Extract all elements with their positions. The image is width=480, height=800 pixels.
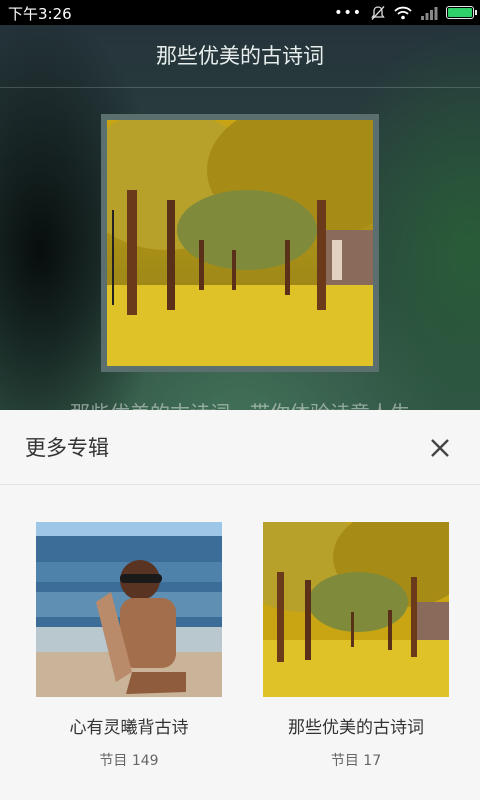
more-albums-sheet: 更多专辑 心有灵曦背古诗 节目 149 那些优美的古诗词 节目 17: [0, 410, 480, 800]
album-card[interactable]: 心有灵曦背古诗 节目 149: [36, 522, 222, 770]
album-thumbnail-beach-kid: [36, 522, 222, 697]
wifi-icon: [394, 6, 412, 19]
more-notifications-icon: •••: [334, 4, 362, 21]
notifications-muted-icon: [371, 5, 385, 20]
battery-icon: [446, 6, 477, 19]
album-card[interactable]: 那些优美的古诗词 节目 17: [263, 522, 449, 770]
album-name: 那些优美的古诗词: [288, 718, 424, 738]
album-cover-art: [107, 120, 373, 366]
status-time: 下午3:26: [8, 5, 72, 23]
status-bar: 下午3:26 •••: [0, 0, 480, 25]
title-divider: [0, 87, 480, 88]
signal-icon: [421, 6, 438, 20]
close-icon: [431, 439, 449, 457]
sheet-divider: [0, 484, 480, 485]
album-cover[interactable]: [101, 114, 379, 372]
sheet-title: 更多专辑: [25, 436, 109, 460]
page-title: 那些优美的古诗词: [156, 44, 324, 68]
album-thumbnail-ginkgo-avenue: [263, 522, 449, 697]
close-button[interactable]: [422, 430, 458, 466]
status-icons: •••: [334, 3, 477, 22]
sheet-header: 更多专辑: [0, 410, 480, 484]
album-name: 心有灵曦背古诗: [69, 718, 189, 738]
album-episode-count: 节目 149: [99, 753, 159, 769]
album-episode-count: 节目 17: [330, 753, 382, 769]
